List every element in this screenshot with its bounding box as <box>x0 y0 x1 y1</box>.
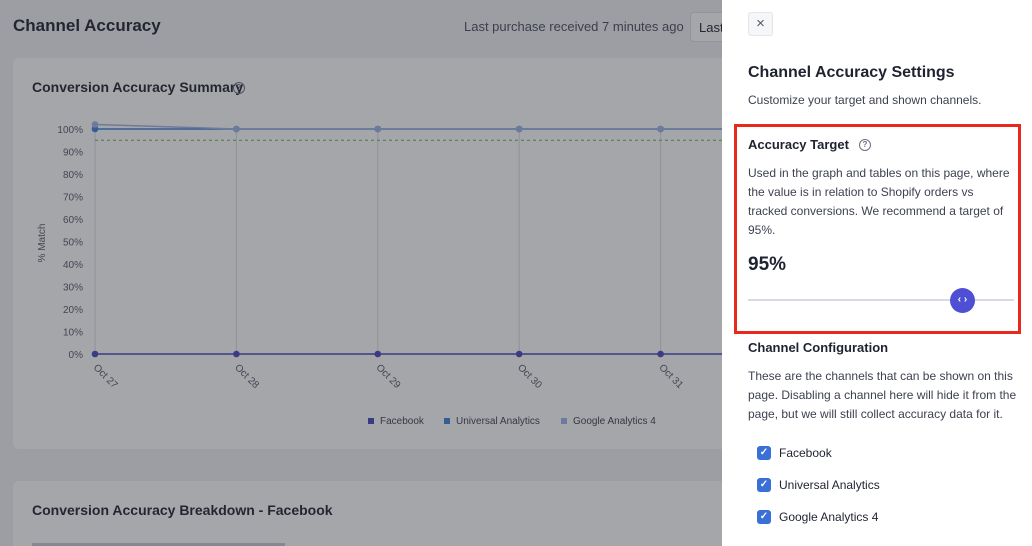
accuracy-target-value: 95% <box>748 254 787 275</box>
close-button[interactable]: × <box>748 12 773 36</box>
accuracy-target-title: Accuracy Target <box>748 137 849 152</box>
drawer-subtitle: Customize your target and shown channels… <box>748 93 982 107</box>
accuracy-target-description: Used in the graph and tables on this pag… <box>748 166 1010 237</box>
question-circle-icon[interactable]: ? <box>859 139 871 151</box>
checkbox-checked-icon[interactable]: ✓ <box>757 478 771 492</box>
channel-config-description: These are the channels that can be shown… <box>748 369 1017 421</box>
channel-label: Universal Analytics <box>779 478 880 492</box>
modal-overlay[interactable] <box>0 0 722 546</box>
channel-config-title: Channel Configuration <box>748 340 889 355</box>
settings-drawer: × Channel Accuracy Settings Customize yo… <box>722 0 1032 546</box>
checkbox-checked-icon[interactable]: ✓ <box>757 446 771 460</box>
drawer-title: Channel Accuracy Settings <box>748 64 955 81</box>
accuracy-slider-thumb[interactable]: ‹ › <box>950 288 975 313</box>
channel-label: Facebook <box>779 446 832 460</box>
channel-label: Google Analytics 4 <box>779 510 879 524</box>
checkbox-checked-icon[interactable]: ✓ <box>757 510 771 524</box>
